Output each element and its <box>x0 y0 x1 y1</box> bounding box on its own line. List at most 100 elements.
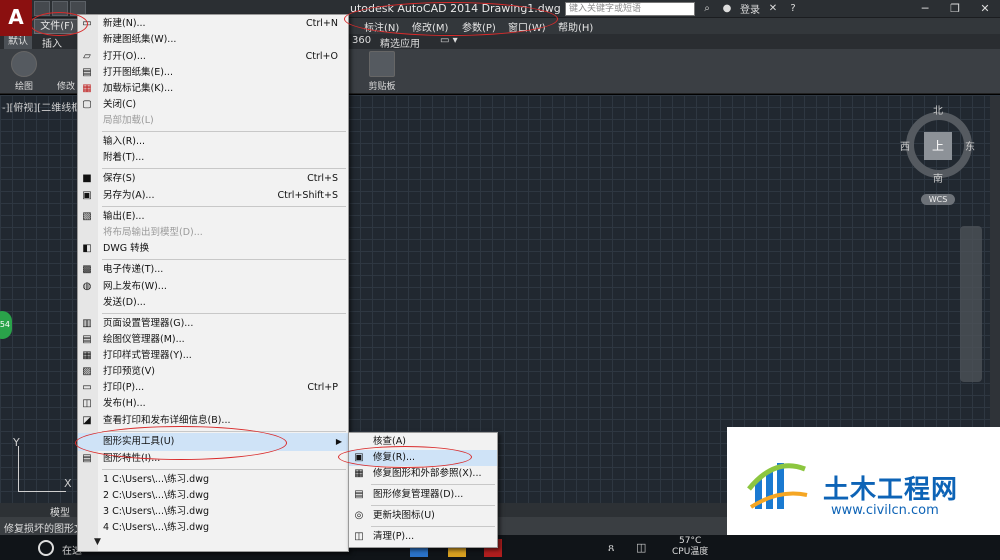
modify-label: 修改 <box>56 82 75 92</box>
menu-item-label: 4 C:\Users\...\练习.dwg <box>103 522 210 533</box>
menu-expand-icon[interactable]: ▼ <box>94 537 101 547</box>
menu-modify[interactable]: 修改(M) <box>412 19 448 34</box>
menu-item-new-sheet-set[interactable]: 新建图纸集(W)... <box>78 32 348 48</box>
menu-item-label: 图形实用工具(U) <box>103 436 175 447</box>
menu-item-label: 1 C:\Users\...\练习.dwg <box>103 474 210 485</box>
menu-separator <box>371 505 495 506</box>
menu-item-open[interactable]: ▱ 打开(O)... Ctrl+O <box>78 49 348 65</box>
menu-item-plot-preview[interactable]: ▨ 打印预览(V) <box>78 364 348 380</box>
help-icon[interactable]: ? <box>786 2 800 16</box>
draw-button[interactable]: 绘图 <box>6 51 42 92</box>
menu-item-label: 打印预览(V) <box>103 366 155 377</box>
submenu-item-update-block-icons[interactable]: ◎ 更新块图标(U) <box>349 508 497 524</box>
menu-item-plot-style-manager[interactable]: ▦ 打印样式管理器(Y)... <box>78 348 348 364</box>
markup-icon: ▦ <box>82 83 92 94</box>
cortana-icon[interactable] <box>38 540 54 556</box>
menu-item-drawing-utilities[interactable]: 图形实用工具(U) ▶ <box>78 433 348 451</box>
menu-item-import[interactable]: 输入(R)... <box>78 134 348 150</box>
menu-separator <box>102 131 346 132</box>
preview-icon: ▨ <box>82 366 92 377</box>
compass-south[interactable]: 南 <box>933 170 943 185</box>
tab-overflow-icon[interactable]: ▭ ▾ <box>440 35 458 46</box>
minimize-icon[interactable]: ─ <box>910 0 940 18</box>
menu-window[interactable]: 窗口(W) <box>508 19 546 34</box>
menu-item-save[interactable]: ■ 保存(S) Ctrl+S <box>78 171 348 187</box>
submenu-item-recovery-manager[interactable]: ▤ 图形修复管理器(D)... <box>349 487 497 503</box>
submenu-item-recover[interactable]: ▣ 修复(R)... <box>349 450 497 466</box>
menu-item-etransmit[interactable]: ▩ 电子传递(T)... <box>78 262 348 278</box>
watermark-url: www.civilcn.com <box>831 503 939 518</box>
tab-default[interactable]: 默认 <box>4 35 32 49</box>
menu-item-recent-2[interactable]: 2 C:\Users\...\练习.dwg <box>78 488 348 504</box>
menu-item-page-setup-manager[interactable]: ▥ 页面设置管理器(G)... <box>78 316 348 332</box>
submenu-item-purge[interactable]: ◫ 清理(P)... <box>349 529 497 545</box>
menu-item-dwg-convert[interactable]: ◧ DWG 转换 <box>78 241 348 257</box>
tab-insert[interactable]: 插入 <box>42 35 62 50</box>
menu-separator <box>102 168 346 169</box>
menu-help[interactable]: 帮助(H) <box>558 19 593 34</box>
user-icon[interactable]: ● <box>720 2 734 16</box>
compass-east[interactable]: 东 <box>965 138 975 153</box>
menu-file[interactable]: 文件(F) <box>34 19 80 34</box>
menu-item-label: 新建图纸集(W)... <box>103 34 177 45</box>
binoculars-icon[interactable]: ⌕ <box>700 2 714 16</box>
viewcube[interactable]: 上 北 南 西 东 WCS <box>900 104 980 214</box>
menu-item-drawing-properties[interactable]: ▤ 图形特性(I)... <box>78 451 348 467</box>
wcs-menu[interactable]: WCS <box>921 194 955 205</box>
draw-label: 绘图 <box>14 82 33 92</box>
modify-button[interactable]: 修改 <box>56 51 76 92</box>
navigation-bar[interactable] <box>960 226 982 382</box>
menu-item-publish-web[interactable]: ◍ 网上发布(W)... <box>78 279 348 295</box>
menu-item-plotter-manager[interactable]: ▤ 绘图仪管理器(M)... <box>78 332 348 348</box>
menu-item-label: DWG 转换 <box>103 243 150 254</box>
open-icon[interactable] <box>52 1 68 16</box>
new-icon[interactable] <box>34 1 50 16</box>
menu-item-label: 新建(N)... <box>103 18 146 29</box>
window-controls: ─ ❐ ✕ <box>910 0 1000 18</box>
recovery-manager-icon: ▤ <box>354 489 364 500</box>
menu-item-publish[interactable]: ◫ 发布(H)... <box>78 396 348 412</box>
tab-360[interactable]: 360 <box>352 35 371 46</box>
menu-item-open-sheet-set[interactable]: ▤ 打开图纸集(E)... <box>78 65 348 81</box>
autocad-logo-icon[interactable]: A <box>0 0 32 36</box>
menu-item-recent-4[interactable]: 4 C:\Users\...\练习.dwg <box>78 520 348 536</box>
menu-item-close[interactable]: ▢ 关闭(C) <box>78 97 348 113</box>
network-icon[interactable]: ◫ <box>636 541 646 554</box>
search-input[interactable]: 键入关键字或短语 <box>565 2 695 16</box>
menu-item-plot[interactable]: ▭ 打印(P)... Ctrl+P <box>78 380 348 396</box>
menu-item-label: 加载标记集(K)... <box>103 83 174 94</box>
login-link[interactable]: 登录 <box>740 1 760 16</box>
menu-dimension[interactable]: 标注(N) <box>364 19 399 34</box>
submenu-item-recover-xrefs[interactable]: ▦ 修复图形和外部参照(X)... <box>349 466 497 482</box>
menu-item-label: 保存(S) <box>103 173 136 184</box>
exchange-icon[interactable]: ✕ <box>766 2 780 16</box>
menu-item-load-markup-set[interactable]: ▦ 加载标记集(K)... <box>78 81 348 97</box>
menu-item-recent-3[interactable]: 3 C:\Users\...\练习.dwg <box>78 504 348 520</box>
tab-featured-apps[interactable]: 精选应用 <box>380 35 420 50</box>
menu-item-export[interactable]: ▧ 输出(E)... <box>78 209 348 225</box>
menu-item-label: 2 C:\Users\...\练习.dwg <box>103 490 210 501</box>
menu-item-recent-1[interactable]: 1 C:\Users\...\练习.dwg <box>78 472 348 488</box>
compass-west[interactable]: 西 <box>900 138 910 153</box>
menu-item-send[interactable]: 发送(D)... <box>78 295 348 311</box>
menu-item-attach[interactable]: 附着(T)... <box>78 150 348 166</box>
menu-parameters[interactable]: 参数(P) <box>462 19 496 34</box>
viewport-controls-label[interactable]: -][俯视][二维线框 <box>2 99 81 114</box>
submenu-item-audit[interactable]: 核查(A) <box>349 434 497 450</box>
menu-item-new[interactable]: ▭ 新建(N)... Ctrl+N <box>78 16 348 32</box>
compass-north[interactable]: 北 <box>933 102 943 117</box>
restore-icon[interactable]: ❐ <box>940 0 970 18</box>
clipboard-button[interactable]: 剪贴板 <box>362 51 402 92</box>
publish-icon: ◫ <box>82 398 92 409</box>
clipboard-icon <box>369 51 395 77</box>
menu-item-plot-details[interactable]: ◪ 查看打印和发布详细信息(B)... <box>78 413 348 429</box>
civilcn-logo-icon <box>747 463 808 509</box>
menu-item-label: 局部加载(L) <box>103 115 154 126</box>
viewcube-top-face[interactable]: 上 <box>924 132 952 160</box>
menu-separator <box>102 431 346 432</box>
purge-icon: ◫ <box>354 531 364 542</box>
people-icon[interactable]: ጸ <box>608 541 614 555</box>
close-icon[interactable]: ✕ <box>970 0 1000 18</box>
menu-item-label: 清理(P)... <box>373 531 415 542</box>
menu-item-save-as[interactable]: ▣ 另存为(A)... Ctrl+Shift+S <box>78 188 348 204</box>
